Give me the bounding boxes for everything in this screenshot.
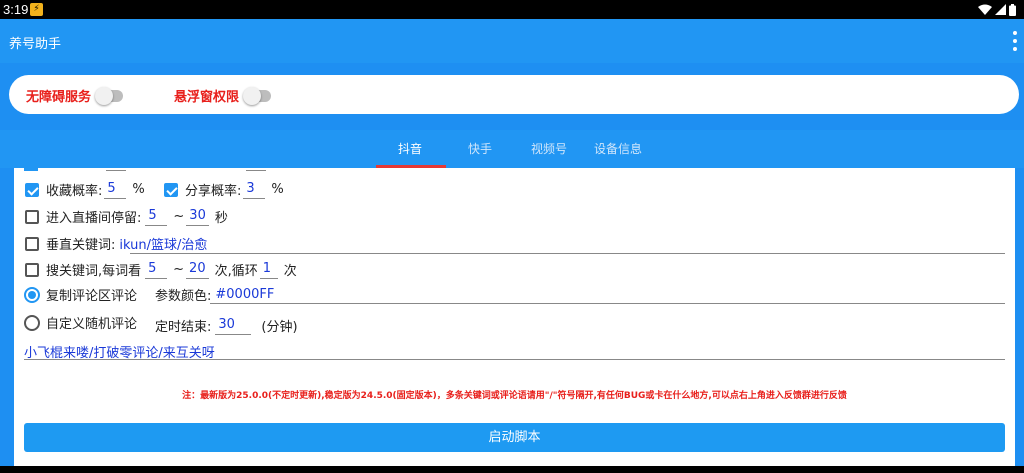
tab-shipinhao[interactable]: 视频号 — [531, 140, 567, 157]
share-row: 分享概率: 3 % — [164, 180, 284, 199]
search-loop-input[interactable]: 1 — [259, 261, 278, 279]
scrolled-field — [246, 168, 266, 171]
status-time: 3:19 — [3, 2, 29, 17]
custom-comment-label: 自定义随机评论 — [46, 317, 138, 332]
share-checkbox[interactable] — [164, 182, 178, 197]
overlay-switch[interactable] — [243, 86, 272, 105]
comment-text-underline — [24, 359, 1005, 360]
live-unit: 秒 — [214, 211, 228, 226]
live-sep: ~ — [173, 209, 185, 224]
more-vert-icon[interactable] — [1012, 31, 1018, 51]
copy-comment-radio[interactable] — [24, 286, 40, 303]
timer-row: 定时结束: 30 (分钟) — [155, 316, 298, 336]
navigation-bar — [0, 466, 1024, 473]
app-notification-icon: ⚡ — [30, 3, 43, 16]
vertical-label: 垂直关键词: — [46, 238, 116, 253]
search-max-input[interactable]: 20 — [186, 261, 209, 279]
accessibility-switch[interactable] — [95, 86, 124, 105]
search-min-input[interactable]: 5 — [145, 261, 168, 279]
search-row: 搜关键词,每词看 5 ~ 20 次,循环 1 次 — [25, 260, 297, 279]
live-max-input[interactable]: 30 — [186, 208, 209, 226]
settings-panel: 收藏概率: 5 % 分享概率: 3 % 进入直播间停留: 5 ~ 30 秒 垂直… — [14, 168, 1015, 466]
search-sep: ~ — [173, 262, 185, 277]
vertical-row: 垂直关键词: ikun/篮球/治愈 — [25, 234, 207, 253]
favorite-input[interactable]: 5 — [104, 181, 127, 199]
share-input[interactable]: 3 — [243, 181, 266, 199]
permission-card: 无障碍服务 悬浮窗权限 — [9, 75, 1019, 114]
battery-icon — [1009, 3, 1016, 16]
overlay-permission: 悬浮窗权限 — [174, 86, 272, 105]
tab-douyin[interactable]: 抖音 — [398, 140, 422, 157]
param-color-row: 参数颜色: #0000FF — [155, 285, 274, 304]
scrolled-field — [106, 168, 126, 171]
favorite-checkbox[interactable] — [25, 182, 39, 197]
param-color-input[interactable]: #0000FF — [215, 287, 274, 302]
share-label: 分享概率: — [185, 184, 242, 199]
signal-icon — [995, 4, 1006, 15]
app-title: 养号助手 — [9, 37, 62, 52]
timer-input[interactable]: 30 — [215, 317, 252, 335]
timer-unit: (分钟) — [261, 320, 298, 335]
favorite-label: 收藏概率: — [46, 184, 103, 199]
timer-label: 定时结束: — [155, 320, 212, 335]
copy-comment-label: 复制评论区评论 — [46, 289, 138, 304]
search-loop-label: 次,循环 — [214, 264, 258, 279]
wifi-icon — [978, 4, 992, 15]
favorite-unit: % — [132, 182, 145, 197]
custom-comment-radio[interactable] — [24, 314, 40, 331]
search-loop-unit: 次 — [283, 264, 297, 279]
tab-device-info[interactable]: 设备信息 — [594, 140, 642, 157]
tab-kuaishou[interactable]: 快手 — [468, 140, 492, 157]
param-color-underline — [210, 303, 1005, 304]
overlay-label: 悬浮窗权限 — [174, 90, 240, 105]
live-checkbox[interactable] — [25, 209, 39, 224]
vertical-underline — [130, 253, 1005, 254]
search-checkbox[interactable] — [25, 262, 39, 277]
search-label: 搜关键词,每词看 — [46, 264, 142, 279]
accessibility-permission: 无障碍服务 — [26, 86, 124, 105]
accessibility-label: 无障碍服务 — [26, 90, 92, 105]
status-bar: 3:19 ⚡ — [0, 0, 1024, 19]
copy-comment-row: 复制评论区评论 — [24, 285, 137, 304]
system-icons — [978, 3, 1016, 16]
scrolled-checkbox — [24, 168, 38, 171]
live-row: 进入直播间停留: 5 ~ 30 秒 — [25, 207, 228, 226]
start-script-button[interactable]: 启动脚本 — [24, 423, 1005, 452]
param-color-label: 参数颜色: — [155, 289, 212, 304]
vertical-checkbox[interactable] — [25, 236, 39, 251]
vertical-input[interactable]: ikun/篮球/治愈 — [119, 234, 207, 253]
favorite-row: 收藏概率: 5 % — [25, 180, 145, 199]
share-unit: % — [271, 182, 284, 197]
notice-text: 注：最新版为25.0.0(不定时更新),稳定版为24.5.0(固定版本)，多条关… — [182, 391, 847, 401]
live-min-input[interactable]: 5 — [145, 208, 168, 226]
app-bar: 养号助手 — [0, 19, 1024, 63]
live-label: 进入直播间停留: — [46, 211, 142, 226]
custom-comment-row: 自定义随机评论 — [24, 313, 137, 332]
tab-bar: 抖音 快手 视频号 设备信息 — [0, 130, 1024, 168]
